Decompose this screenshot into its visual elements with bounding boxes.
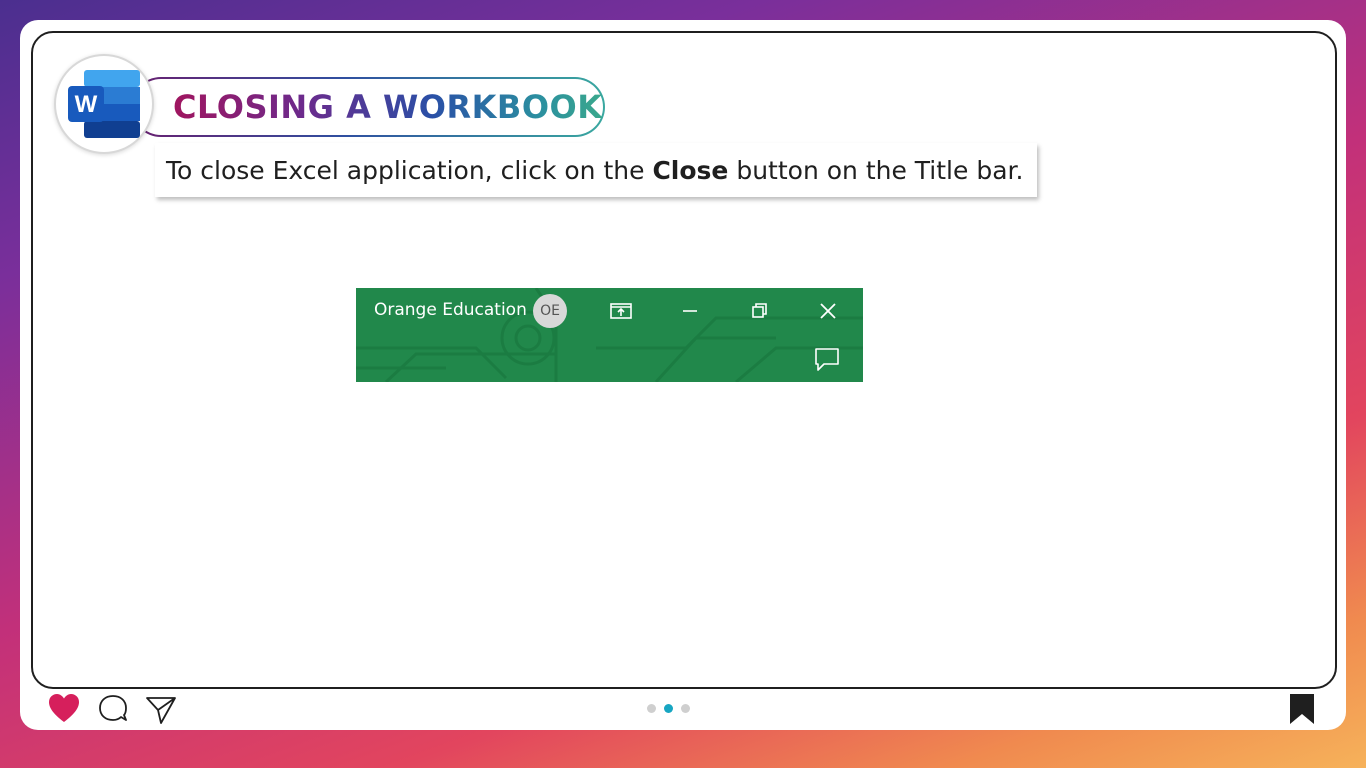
instruction-text-bold: Close [652,155,729,185]
instruction-text-before: To close Excel application, click on the [166,155,653,185]
restore-button[interactable] [744,296,774,326]
page-title: CLOSING A WORKBOOK [173,88,603,126]
account-avatar[interactable]: OE [533,294,567,328]
pagination-dots [647,704,690,713]
social-footer [20,688,1346,730]
word-logo-letter: W [75,91,98,118]
title-banner: CLOSING A WORKBOOK [131,77,605,137]
comments-icon [815,348,839,371]
comment-bubble-icon[interactable] [96,692,130,726]
instruction-text-after: button on the Title bar. [728,155,1024,185]
pagination-dot[interactable] [681,704,690,713]
minimize-button[interactable] [675,296,705,326]
word-logo: W [54,54,154,154]
minimize-icon [683,310,697,312]
ribbon-display-options-icon [610,303,632,319]
pagination-dot[interactable] [647,704,656,713]
close-button[interactable] [813,296,843,326]
comments-button[interactable] [812,346,842,374]
heart-icon[interactable] [47,692,81,726]
instruction-box: To close Excel application, click on the… [155,143,1037,197]
send-icon[interactable] [144,692,178,726]
word-logo-icon: W [68,70,140,138]
excel-titlebar: Orange Education OE [356,288,863,382]
pagination-dot-active[interactable] [664,704,673,713]
slide-card: W CLOSING A WORKBOOK To close Excel appl… [20,20,1346,730]
close-icon [820,303,836,319]
slide-content: W CLOSING A WORKBOOK To close Excel appl… [31,31,1337,689]
ribbon-display-options-button[interactable] [606,296,636,326]
bookmark-icon[interactable] [1285,692,1319,726]
restore-icon [752,303,767,318]
account-name[interactable]: Orange Education [374,300,527,320]
